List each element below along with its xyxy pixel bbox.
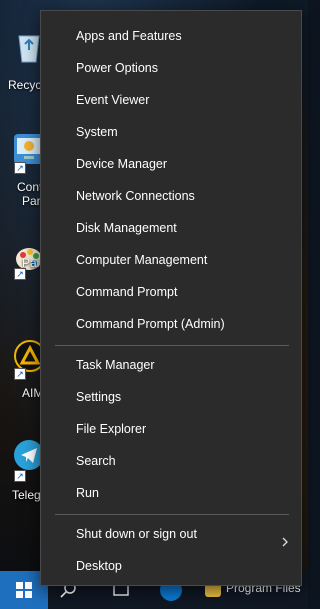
winx-context-menu: Apps and Features Power Options Event Vi…	[40, 10, 302, 586]
desktop-icon-label: Pai	[22, 256, 40, 270]
desktop-icon-label: Recycl	[8, 78, 45, 92]
menu-separator	[55, 345, 289, 346]
shortcut-arrow-icon: ↗	[14, 162, 26, 174]
menu-item-search[interactable]: Search	[41, 445, 301, 477]
menu-item-power-options[interactable]: Power Options	[41, 52, 301, 84]
menu-item-settings[interactable]: Settings	[41, 381, 301, 413]
menu-item-disk-management[interactable]: Disk Management	[41, 212, 301, 244]
menu-separator	[55, 514, 289, 515]
menu-item-shut-down-or-sign-out[interactable]: Shut down or sign out	[41, 518, 301, 550]
chevron-right-icon	[279, 528, 291, 547]
shortcut-arrow-icon: ↗	[14, 368, 26, 380]
menu-item-event-viewer[interactable]: Event Viewer	[41, 84, 301, 116]
menu-item-label: Shut down or sign out	[76, 527, 197, 541]
menu-item-device-manager[interactable]: Device Manager	[41, 148, 301, 180]
menu-item-system[interactable]: System	[41, 116, 301, 148]
shortcut-arrow-icon: ↗	[14, 470, 26, 482]
menu-item-apps-and-features[interactable]: Apps and Features	[41, 20, 301, 52]
menu-item-run[interactable]: Run	[41, 477, 301, 509]
desktop-icon-label: Teleg	[12, 488, 41, 502]
menu-item-file-explorer[interactable]: File Explorer	[41, 413, 301, 445]
windows-logo-icon	[16, 582, 32, 598]
menu-item-task-manager[interactable]: Task Manager	[41, 349, 301, 381]
menu-item-desktop[interactable]: Desktop	[41, 550, 301, 582]
menu-item-computer-management[interactable]: Computer Management	[41, 244, 301, 276]
desktop-icon-label: Cont	[17, 180, 43, 194]
menu-item-command-prompt[interactable]: Command Prompt	[41, 276, 301, 308]
menu-item-command-prompt-admin[interactable]: Command Prompt (Admin)	[41, 308, 301, 340]
menu-item-network-connections[interactable]: Network Connections	[41, 180, 301, 212]
